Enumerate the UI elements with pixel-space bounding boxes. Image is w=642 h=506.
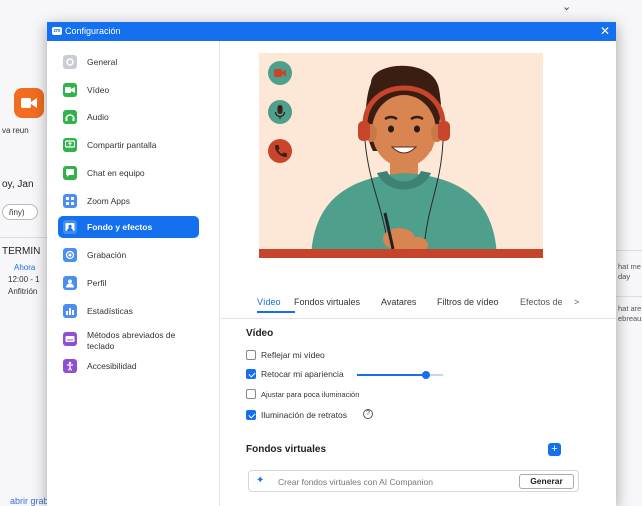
accessibility-icon (63, 359, 77, 373)
sidebar-item-share-screen[interactable]: Compartir pantalla (58, 134, 199, 156)
touch-up-option[interactable]: Retocar mi apariencia (246, 368, 446, 380)
video-section-title: Vídeo (246, 328, 274, 339)
sidebar-item-general[interactable]: General (58, 51, 199, 73)
tab-avatars[interactable]: Avatares (381, 297, 416, 307)
portrait-lighting-option[interactable]: Iluminación de retratos ? (246, 409, 406, 421)
microphone-icon (274, 105, 286, 119)
bg-date: oy, Jan (2, 179, 34, 190)
new-meeting-button[interactable] (14, 88, 44, 118)
generate-button[interactable]: Generar (519, 474, 574, 489)
active-tab-indicator (257, 311, 295, 313)
sidebar-item-accessibility[interactable]: Accesibilidad (58, 355, 199, 377)
sidebar-item-recording[interactable]: Grabación (58, 244, 199, 266)
settings-sidebar: General Vídeo Audio Compartir pantalla C… (47, 41, 220, 506)
apps-icon (63, 194, 77, 208)
tab-virtual-backgrounds[interactable]: Fondos virtuales (294, 297, 360, 307)
sidebar-item-label: Chat en equipo (87, 168, 145, 178)
background-topbar (0, 0, 642, 22)
bg-divider (616, 250, 642, 251)
gear-icon (63, 55, 77, 69)
tab-effects[interactable]: Efectos de (520, 297, 570, 307)
share-screen-icon (63, 138, 77, 152)
close-button[interactable]: ✕ (600, 24, 610, 38)
mic-toggle-button[interactable] (268, 100, 292, 124)
bg-divider (0, 237, 47, 238)
virtual-bg-section-title: Fondos virtuales (246, 444, 327, 455)
bg-pill[interactable]: ñny) (2, 204, 38, 220)
bg-right-snippet: day (618, 272, 631, 281)
tab-video[interactable]: Vídeo (257, 297, 281, 307)
person-illustration (259, 65, 543, 258)
low-light-checkbox[interactable] (246, 389, 256, 399)
sidebar-item-background-effects[interactable]: Fondo y efectos (58, 216, 199, 238)
sidebar-item-audio[interactable]: Audio (58, 106, 199, 128)
settings-content: Vídeo Fondos virtuales Avatares Filtros … (221, 41, 616, 506)
settings-dialog: zm Configuración ✕ General Vídeo Audio C… (47, 22, 616, 506)
sidebar-item-label: Métodos abreviados de teclado (87, 330, 176, 351)
bg-right-snippet: hat me (618, 262, 641, 271)
keyboard-icon (63, 332, 77, 346)
camera-icon (274, 69, 286, 77)
sidebar-item-label: Vídeo (87, 85, 110, 95)
chat-icon (63, 166, 77, 180)
tab-video-filters[interactable]: Filtros de vídeo (437, 297, 499, 307)
sidebar-item-label: Perfil (87, 278, 107, 288)
sidebar-item-label: General (87, 57, 118, 67)
help-icon[interactable]: ? (363, 409, 373, 419)
option-label: Ajustar para poca iluminación (261, 390, 360, 399)
sidebar-item-statistics[interactable]: Estadísticas (58, 300, 199, 322)
sidebar-item-label: Estadísticas (87, 306, 133, 316)
stats-icon (63, 304, 77, 318)
camera-toggle-button[interactable] (268, 61, 292, 85)
call-button[interactable] (268, 139, 292, 163)
bg-right-snippet: hat are (618, 304, 642, 313)
video-icon (63, 83, 77, 97)
sidebar-item-label: Accesibilidad (87, 361, 137, 371)
video-preview (259, 53, 543, 258)
slider-thumb[interactable] (421, 371, 430, 379)
bg-meeting-label: va reun (2, 126, 29, 135)
chevron-down-icon[interactable]: ⌄ (562, 0, 576, 14)
mirror-video-checkbox[interactable] (246, 350, 256, 360)
sidebar-item-label: Zoom Apps (87, 196, 130, 206)
option-label: Iluminación de retratos (261, 410, 347, 420)
zoom-logo-icon: zm (52, 27, 62, 35)
touch-up-slider[interactable] (357, 371, 443, 379)
background-icon (63, 220, 77, 234)
sidebar-item-team-chat[interactable]: Chat en equipo (58, 162, 199, 184)
bg-item-line3: Anfitrión (8, 287, 38, 296)
sidebar-item-label: Grabación (87, 250, 127, 260)
ai-placeholder-text: Crear fondos virtuales con AI Companion (278, 477, 433, 487)
tabs-divider (221, 318, 616, 319)
touch-up-checkbox[interactable] (246, 369, 256, 379)
sidebar-item-keyboard-shortcuts[interactable]: Métodos abreviados de teclado (58, 328, 199, 351)
effects-tabs: Vídeo Fondos virtuales Avatares Filtros … (241, 291, 586, 313)
sparkle-icon: ✦ (256, 475, 265, 486)
profile-icon (63, 276, 77, 290)
bg-item-line1: Ahora (14, 263, 36, 272)
slider-fill (357, 374, 426, 376)
bg-right-snippet: ebreaux (618, 314, 642, 323)
phone-icon (275, 145, 287, 157)
bg-item-line2: 12:00 - 1 (8, 275, 40, 284)
camera-icon (21, 98, 37, 108)
portrait-lighting-checkbox[interactable] (246, 410, 256, 420)
record-icon (63, 248, 77, 262)
ai-companion-input[interactable]: ✦ Crear fondos virtuales con AI Companio… (248, 470, 579, 492)
sidebar-item-label: Fondo y efectos (87, 222, 153, 232)
sidebar-item-profile[interactable]: Perfil (58, 272, 199, 294)
tabs-scroll-right-icon[interactable]: > (574, 297, 579, 307)
sidebar-item-zoom-apps[interactable]: Zoom Apps (58, 190, 199, 212)
sidebar-item-label: Compartir pantalla (87, 140, 157, 150)
dialog-titlebar: zm Configuración ✕ (47, 22, 616, 41)
sidebar-item-label: Audio (87, 112, 109, 122)
sidebar-item-video[interactable]: Vídeo (58, 79, 199, 101)
option-label: Reflejar mi vídeo (261, 350, 325, 360)
bg-item-title[interactable]: TERMIN (2, 246, 40, 257)
headphones-icon (63, 110, 77, 124)
add-background-button[interactable]: + (548, 443, 561, 456)
dialog-title: Configuración (65, 26, 121, 36)
bg-divider (616, 296, 642, 297)
option-label: Retocar mi apariencia (261, 369, 344, 379)
